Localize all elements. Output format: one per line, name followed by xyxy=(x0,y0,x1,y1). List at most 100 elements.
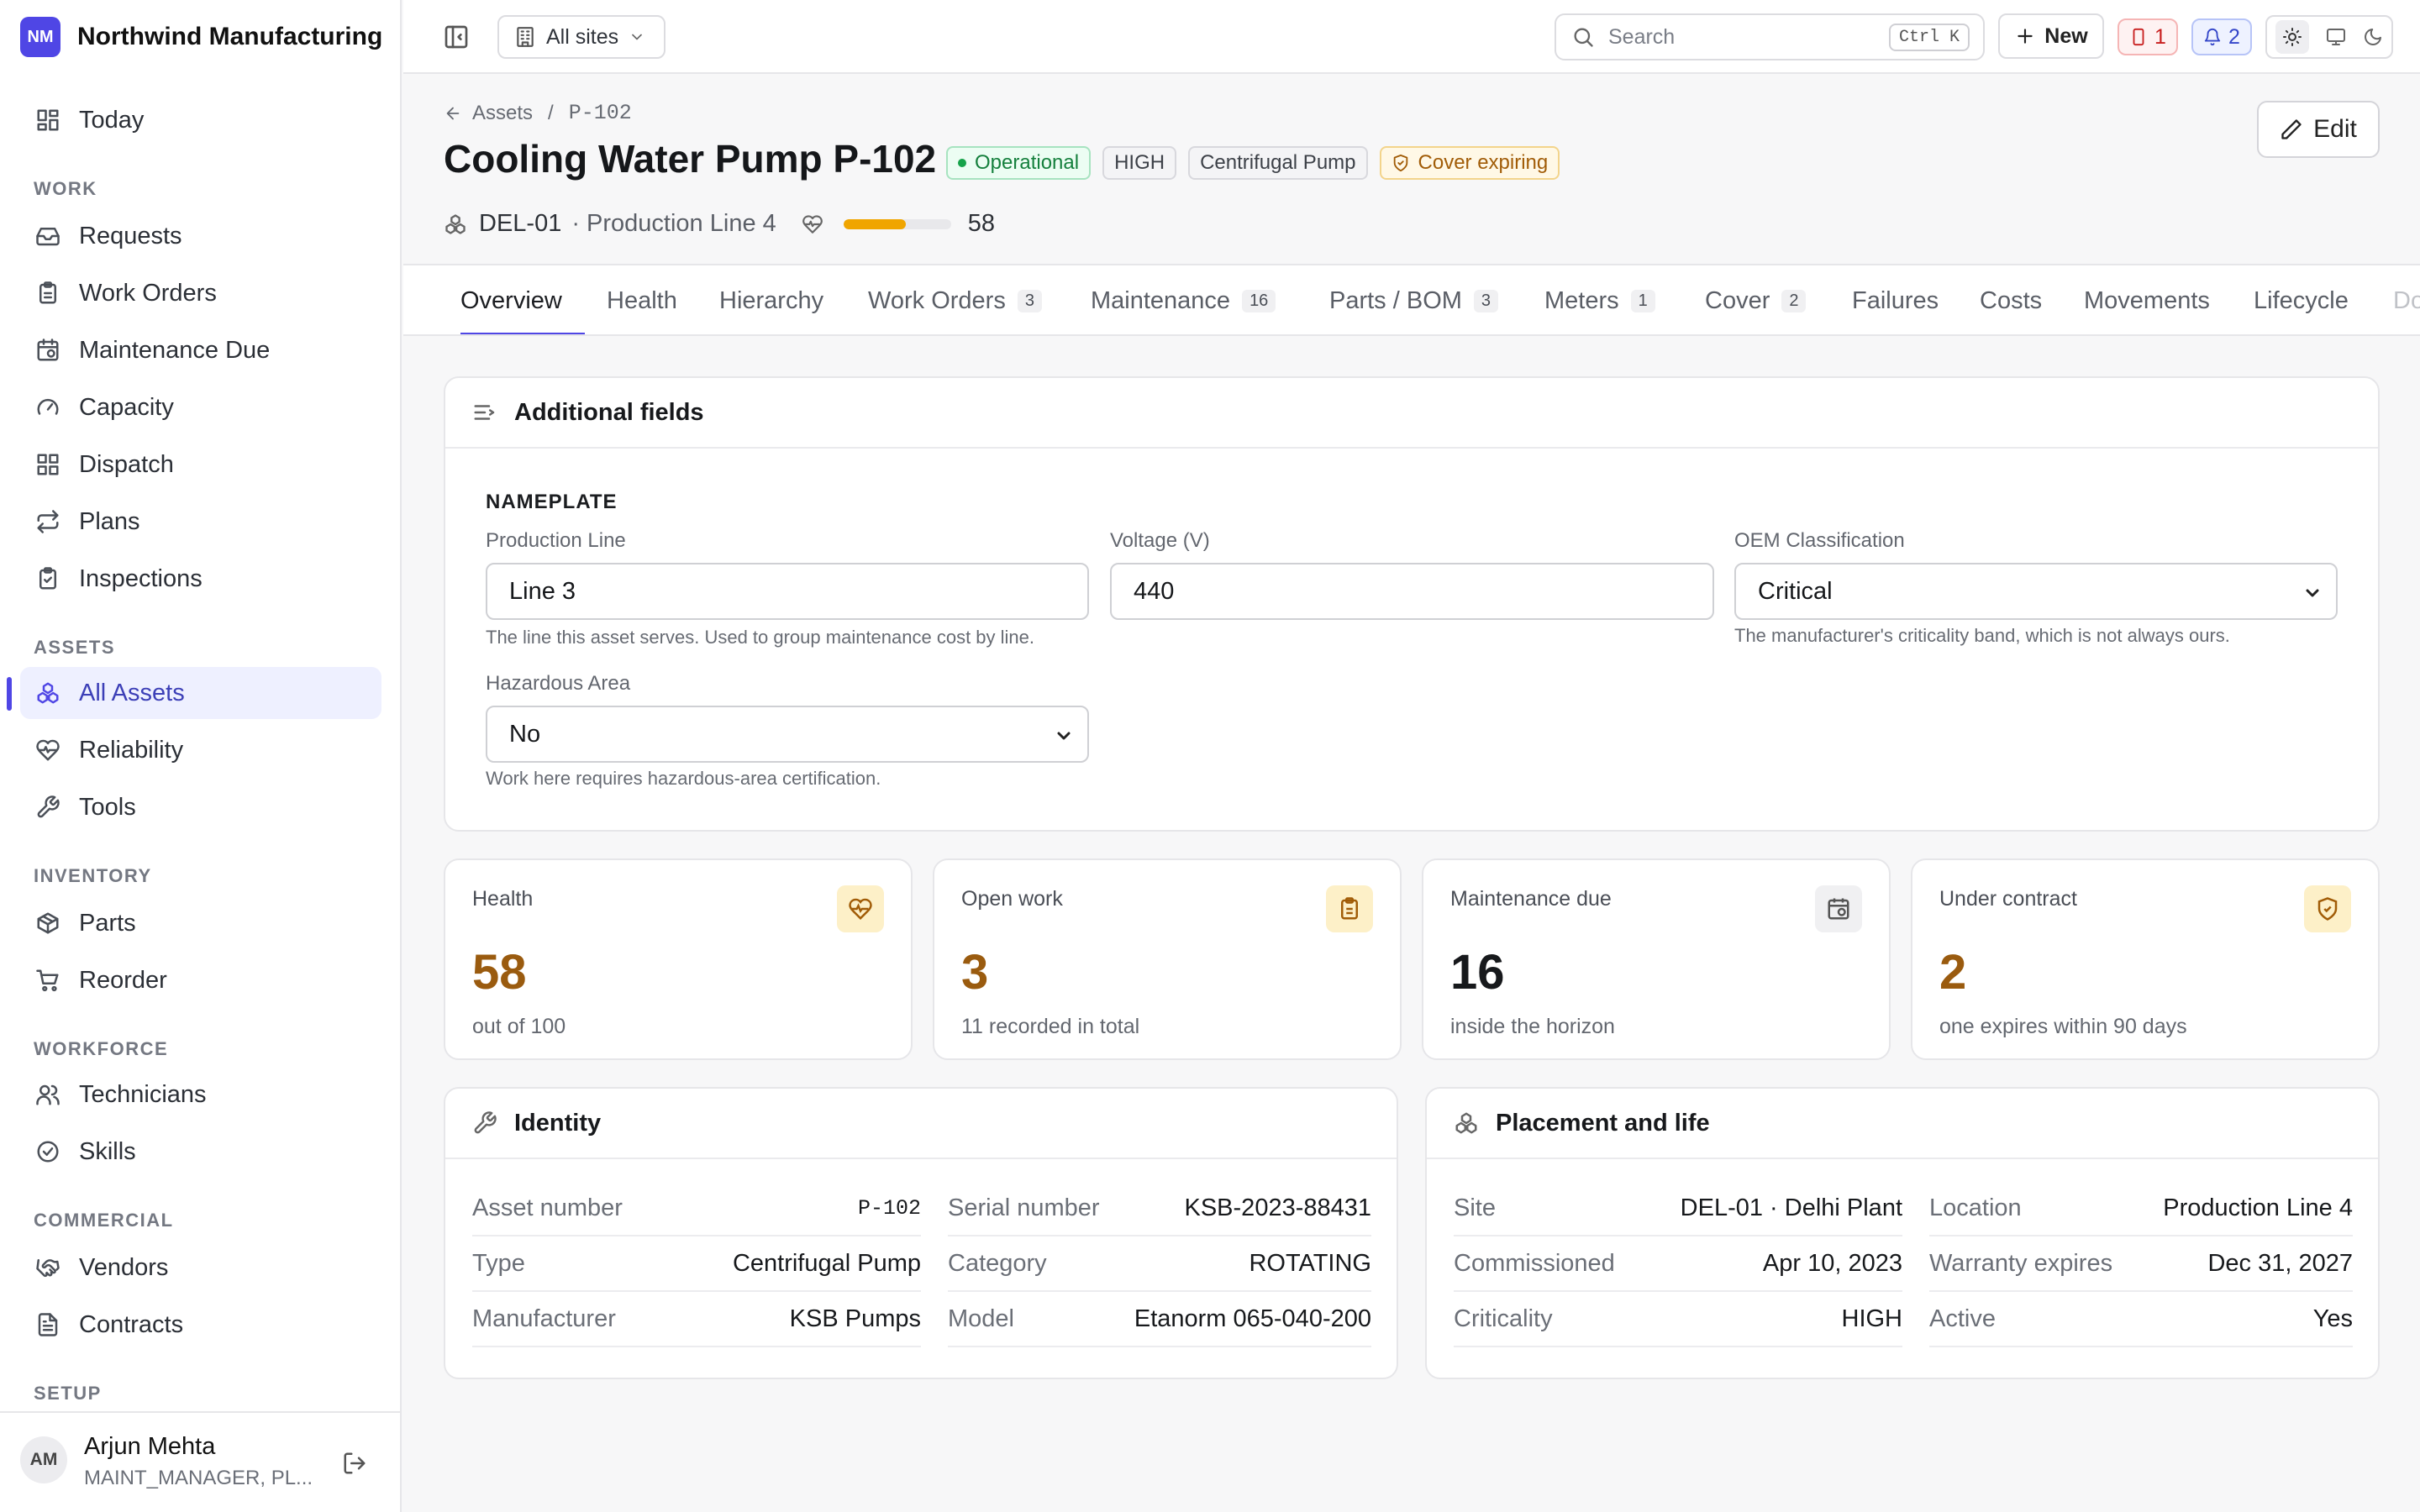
sidebar-item-today[interactable]: Today xyxy=(20,94,381,146)
placement-panel: Placement and life Site DEL-01 · Delhi Pl… xyxy=(1425,1087,2380,1379)
sidebar-item-plans[interactable]: Plans xyxy=(20,496,381,548)
tab-count: 16 xyxy=(1242,289,1276,312)
tab-lifecycle[interactable]: Lifecycle xyxy=(2254,265,2349,334)
panel-header: Placement and life xyxy=(1427,1089,2378,1159)
stat-card-maintenance-due[interactable]: Maintenance due 16 inside the horizon xyxy=(1422,858,1891,1060)
kv-value: HIGH xyxy=(1841,1305,1903,1332)
sidebar-item-contracts[interactable]: Contracts xyxy=(20,1299,381,1351)
health-score: 58 xyxy=(967,210,996,237)
tab-label: Failures xyxy=(1852,286,1939,314)
cover-text: Cover expiring xyxy=(1418,151,1549,174)
tab-movements[interactable]: Movements xyxy=(2084,265,2210,334)
stat-card-under-contract[interactable]: Under contract 2 one expires within 90 d… xyxy=(1911,858,2380,1060)
sidebar-item-reliability[interactable]: Reliability xyxy=(20,724,381,776)
sidebar-item-label: Dispatch xyxy=(79,450,174,478)
section-work: WORK xyxy=(34,178,97,199)
stat-card-open-work[interactable]: Open work 3 11 recorded in total xyxy=(933,858,1402,1060)
tab-count: 3 xyxy=(1473,289,1499,312)
tab-costs[interactable]: Costs xyxy=(1980,265,2043,334)
edit-button[interactable]: Edit xyxy=(2257,101,2380,158)
sidebar-item-skills[interactable]: Skills xyxy=(20,1126,381,1178)
tab-health[interactable]: Health xyxy=(607,265,677,334)
moon-icon[interactable] xyxy=(2363,27,2383,47)
status-text: Operational xyxy=(975,151,1080,174)
sidebar-item-inspections[interactable]: Inspections xyxy=(20,553,381,605)
site-selector[interactable]: All sites xyxy=(497,15,666,59)
sidebar-item-work-orders[interactable]: Work Orders xyxy=(20,267,381,319)
sidebar-item-dispatch[interactable]: Dispatch xyxy=(20,438,381,491)
sidebar-item-label: Work Orders xyxy=(79,279,217,307)
alerts-button[interactable]: 1 xyxy=(2118,18,2178,55)
tab-count: 3 xyxy=(1017,289,1042,312)
tab-label: Costs xyxy=(1980,286,2043,314)
kv-value: ROTATING xyxy=(1249,1249,1371,1277)
stat-card-health[interactable]: Health 58 out of 100 xyxy=(444,858,913,1060)
kv-site: Site DEL-01 · Delhi Plant xyxy=(1454,1181,1902,1236)
hazardous-area-help: Work here requires hazardous-area certif… xyxy=(486,768,881,789)
tab-count: 1 xyxy=(1630,289,1655,312)
avatar[interactable]: AM xyxy=(20,1436,67,1483)
handshake-icon xyxy=(34,1253,62,1282)
clipboard-icon xyxy=(34,279,62,307)
tab-hierarchy[interactable]: Hierarchy xyxy=(719,265,823,334)
production-line-input[interactable]: Line 3 xyxy=(486,563,1089,620)
oem-classification-select[interactable]: Critical xyxy=(1734,563,2338,620)
sidebar-item-parts[interactable]: Parts xyxy=(20,897,381,949)
logout-icon[interactable] xyxy=(338,1446,371,1480)
search-box[interactable]: Search Ctrl K xyxy=(1555,13,1985,60)
tab-label: Cover xyxy=(1705,286,1770,314)
sidebar-item-capacity[interactable]: Capacity xyxy=(20,381,381,433)
sun-icon[interactable] xyxy=(2275,20,2309,54)
cover-badge: Cover expiring xyxy=(1379,146,1560,180)
inbox-icon xyxy=(34,222,62,250)
tab-parts-bom[interactable]: Parts / BOM 3 xyxy=(1329,265,1499,334)
kv-manufacturer: Manufacturer KSB Pumps xyxy=(472,1292,921,1347)
tab-documents[interactable]: Do xyxy=(2393,265,2420,334)
section-setup: SETUP xyxy=(34,1383,102,1404)
tab-cover[interactable]: Cover 2 xyxy=(1705,265,1807,334)
kv-key: Warranty expires xyxy=(1929,1249,2113,1277)
voltage-input[interactable]: 440 xyxy=(1110,563,1714,620)
tab-work-orders[interactable]: Work Orders 3 xyxy=(868,265,1042,334)
sidebar-item-label: Parts xyxy=(79,909,136,937)
search-icon xyxy=(1571,25,1595,49)
shield-check-icon xyxy=(2304,885,2351,932)
sidebar-item-tools[interactable]: Tools xyxy=(20,781,381,833)
sidebar-item-technicians[interactable]: Technicians xyxy=(20,1068,381,1121)
brand-logo: NM xyxy=(20,17,60,57)
stat-value: 3 xyxy=(961,945,989,1000)
wrench-icon xyxy=(471,1109,499,1137)
tab-label: Lifecycle xyxy=(2254,286,2349,314)
calendar-clock-icon xyxy=(1815,885,1862,932)
tab-count: 2 xyxy=(1781,289,1807,312)
tab-meters[interactable]: Meters 1 xyxy=(1544,265,1655,334)
kv-value: Etanorm 065-040-200 xyxy=(1134,1305,1371,1332)
search-shortcut: Ctrl K xyxy=(1888,24,1970,51)
tab-maintenance[interactable]: Maintenance 16 xyxy=(1091,265,1276,334)
sidebar-item-all-assets[interactable]: All Assets xyxy=(20,667,381,719)
sidebar-item-requests[interactable]: Requests xyxy=(20,210,381,262)
sidebar-item-reorder[interactable]: Reorder xyxy=(20,954,381,1006)
hazardous-area-select[interactable]: No xyxy=(486,706,1089,763)
breadcrumb-assets-link[interactable]: Assets xyxy=(472,102,533,125)
sidebar-toggle-icon[interactable] xyxy=(440,21,472,53)
file-text-icon xyxy=(34,1310,62,1339)
arrow-left-icon[interactable] xyxy=(444,104,462,123)
section-workforce: WORKFORCE xyxy=(34,1038,169,1059)
notifications-button[interactable]: 2 xyxy=(2191,18,2252,55)
tab-failures[interactable]: Failures xyxy=(1852,265,1939,334)
sidebar-item-label: Tools xyxy=(79,793,136,821)
brand[interactable]: NM Northwind Manufacturing xyxy=(20,17,382,57)
kv-key: Location xyxy=(1929,1194,2022,1221)
criticality-badge: HIGH xyxy=(1102,146,1177,180)
monitor-icon[interactable] xyxy=(2326,27,2346,47)
bell-icon xyxy=(2203,28,2222,46)
kv-value: DEL-01 · Delhi Plant xyxy=(1680,1194,1902,1221)
tab-overview[interactable]: Overview xyxy=(460,265,562,334)
shield-check-icon xyxy=(1392,154,1410,172)
stat-label: Under contract xyxy=(1939,887,2077,911)
sidebar-item-maintenance-due[interactable]: Maintenance Due xyxy=(20,324,381,376)
sidebar-item-vendors[interactable]: Vendors xyxy=(20,1242,381,1294)
sidebar-item-label: Reorder xyxy=(79,966,167,994)
new-button[interactable]: New xyxy=(1998,13,2104,59)
